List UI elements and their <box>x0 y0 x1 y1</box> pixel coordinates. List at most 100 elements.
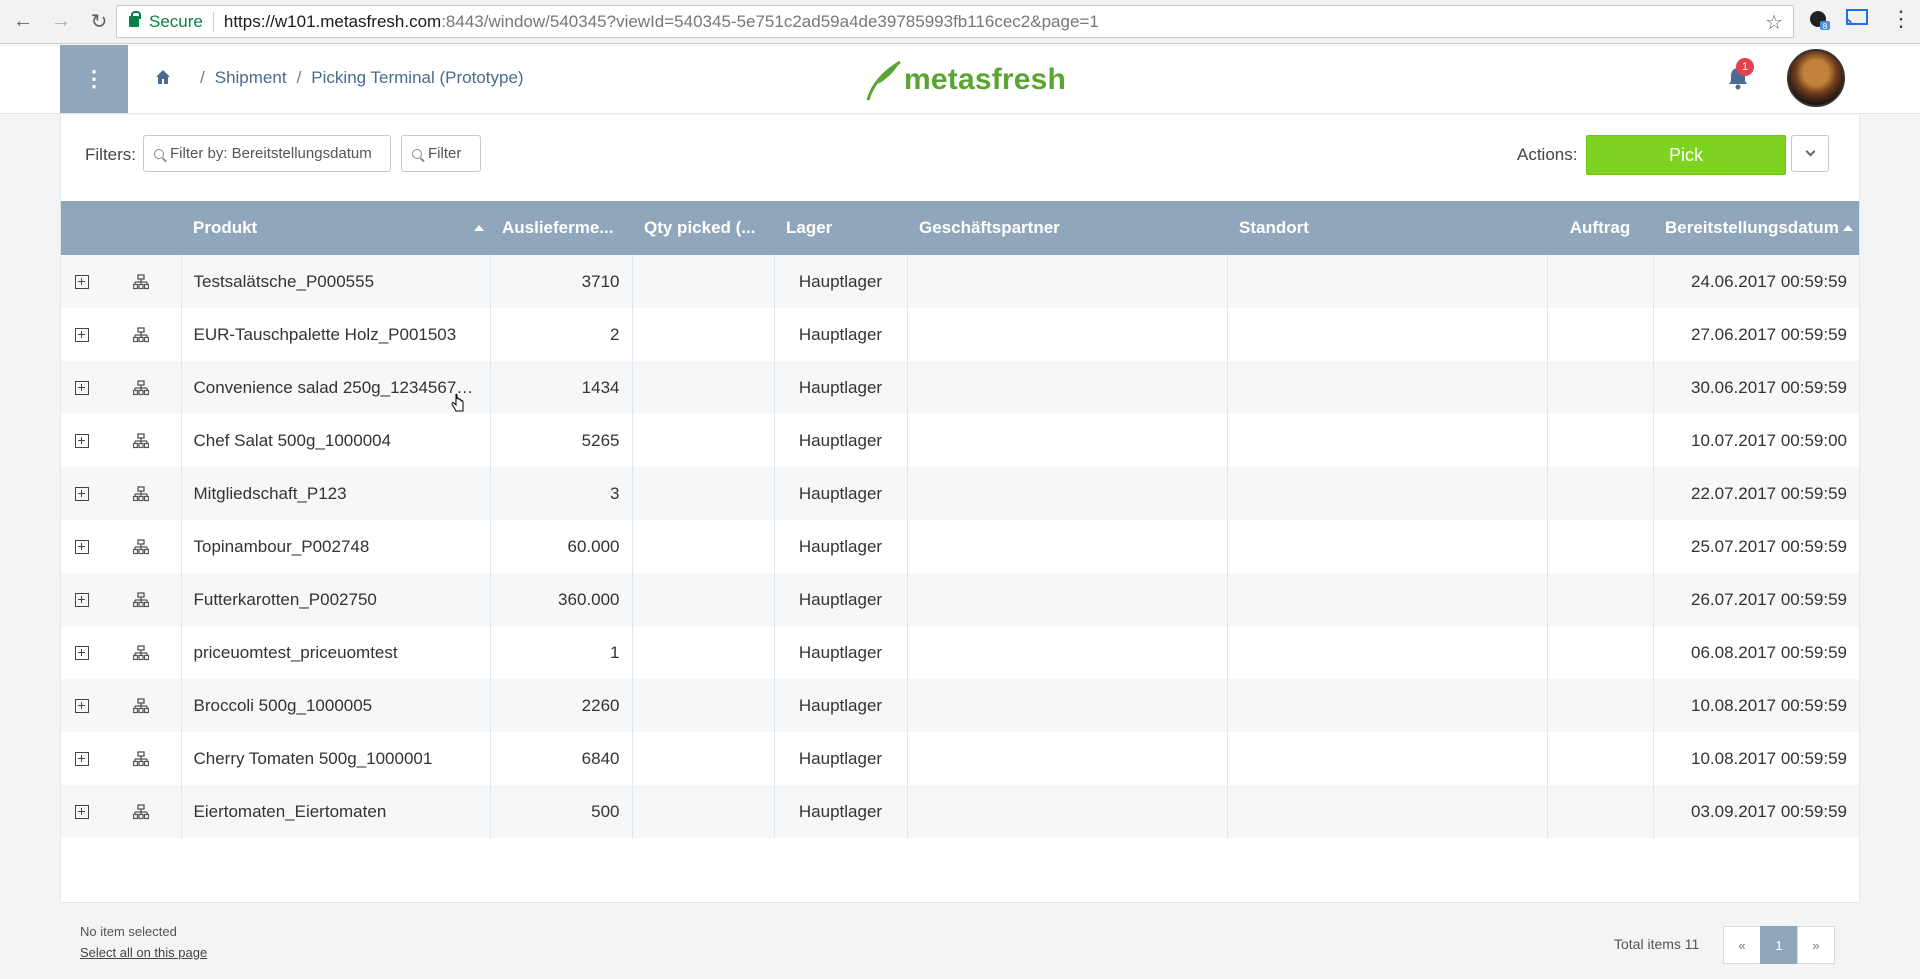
cell-bereitstellungsdatum[interactable]: 10.07.2017 00:59:00 <box>1652 414 1859 467</box>
cell-bereitstellungsdatum[interactable]: 24.06.2017 00:59:59 <box>1652 255 1859 308</box>
hierarchy-icon[interactable] <box>133 592 149 608</box>
cell-lager[interactable]: Hauptlager <box>773 520 907 573</box>
cell-bereitstellungsdatum[interactable]: 25.07.2017 00:59:59 <box>1652 520 1859 573</box>
col-produkt[interactable]: Produkt <box>181 201 490 255</box>
cell-geschaeftspartner[interactable] <box>906 679 1227 732</box>
pager-next[interactable]: » <box>1797 926 1835 964</box>
cell-geschaeftspartner[interactable] <box>906 732 1227 785</box>
address-bar[interactable]: Secure https://w101.metasfresh.com:8443/… <box>116 5 1794 38</box>
cell-qty-picked[interactable] <box>631 679 774 732</box>
cell-qty-picked[interactable] <box>631 732 774 785</box>
cell-produkt[interactable]: Futterkarotten_P002750 <box>180 573 490 626</box>
hierarchy-icon[interactable] <box>133 804 149 820</box>
cell-bereitstellungsdatum[interactable]: 10.08.2017 00:59:59 <box>1652 732 1859 785</box>
cell-standort[interactable] <box>1226 679 1547 732</box>
actions-dropdown-button[interactable] <box>1791 135 1829 172</box>
cell-geschaeftspartner[interactable] <box>906 361 1227 414</box>
cell-auftrag[interactable] <box>1546 785 1653 838</box>
forward-icon[interactable]: → <box>46 7 76 37</box>
cell-qty-picked[interactable] <box>631 573 774 626</box>
hierarchy-icon[interactable] <box>133 486 149 502</box>
cell-bereitstellungsdatum[interactable]: 03.09.2017 00:59:59 <box>1652 785 1859 838</box>
cell-auftrag[interactable] <box>1546 520 1653 573</box>
cell-geschaeftspartner[interactable] <box>906 785 1227 838</box>
cell-qty-picked[interactable] <box>631 255 774 308</box>
cell-bereitstellungsdatum[interactable]: 30.06.2017 00:59:59 <box>1652 361 1859 414</box>
cell-lager[interactable]: Hauptlager <box>773 573 907 626</box>
cell-lager[interactable]: Hauptlager <box>773 414 907 467</box>
cell-auftrag[interactable] <box>1546 255 1653 308</box>
expand-icon[interactable] <box>75 328 89 343</box>
cell-produkt[interactable]: priceuomtest_priceuomtest <box>180 626 490 679</box>
cast-icon[interactable] <box>1846 9 1868 32</box>
cell-qty-picked[interactable] <box>631 785 774 838</box>
col-geschaeftspartner[interactable]: Geschäftspartner <box>907 201 1227 255</box>
expand-icon[interactable] <box>75 487 89 502</box>
pick-button[interactable]: Pick <box>1586 135 1786 175</box>
cell-standort[interactable] <box>1226 785 1547 838</box>
cell-auslieferme[interactable]: 6840 <box>489 732 632 785</box>
chrome-menu-icon[interactable]: ⋮ <box>1890 6 1912 32</box>
cell-bereitstellungsdatum[interactable]: 26.07.2017 00:59:59 <box>1652 573 1859 626</box>
cell-produkt[interactable]: Cherry Tomaten 500g_1000001 <box>180 732 490 785</box>
hierarchy-icon[interactable] <box>133 380 149 396</box>
cell-standort[interactable] <box>1226 414 1547 467</box>
select-all-link[interactable]: Select all on this page <box>80 945 207 960</box>
cell-qty-picked[interactable] <box>631 308 774 361</box>
table-row[interactable]: Convenience salad 250g_12345678... 1434 Ha… <box>61 361 1859 414</box>
cell-standort[interactable] <box>1226 520 1547 573</box>
cell-produkt[interactable]: Chef Salat 500g_1000004 <box>180 414 490 467</box>
table-row[interactable]: Mitgliedschaft_P123 3 Hauptlager 22.07.2017… <box>61 467 1859 520</box>
col-auslieferme[interactable]: Auslieferme... <box>490 201 632 255</box>
date-filter-button[interactable]: Filter by: Bereitstellungsdatum <box>143 135 391 172</box>
cell-geschaeftspartner[interactable] <box>906 308 1227 361</box>
table-row[interactable]: Broccoli 500g_1000005 2260 Hauptlager 10.08… <box>61 679 1859 732</box>
cell-auftrag[interactable] <box>1546 626 1653 679</box>
cell-geschaeftspartner[interactable] <box>906 255 1227 308</box>
table-row[interactable]: Topinambour_P002748 60.000 Hauptlager 25.07… <box>61 520 1859 573</box>
cell-auslieferme[interactable]: 500 <box>489 785 632 838</box>
hierarchy-icon[interactable] <box>133 327 149 343</box>
side-menu-button[interactable]: ⋮ <box>60 45 128 113</box>
cell-auftrag[interactable] <box>1546 679 1653 732</box>
cell-auslieferme[interactable]: 5265 <box>489 414 632 467</box>
cell-lager[interactable]: Hauptlager <box>773 626 907 679</box>
hierarchy-icon[interactable] <box>133 274 149 290</box>
hierarchy-icon[interactable] <box>133 698 149 714</box>
cell-auftrag[interactable] <box>1546 732 1653 785</box>
pager-page-1[interactable]: 1 <box>1760 926 1798 964</box>
cell-lager[interactable]: Hauptlager <box>773 467 907 520</box>
expand-icon[interactable] <box>75 540 89 555</box>
expand-icon[interactable] <box>75 275 89 290</box>
table-row[interactable]: Cherry Tomaten 500g_1000001 6840 Hauptlage… <box>61 732 1859 785</box>
cell-lager[interactable]: Hauptlager <box>773 255 907 308</box>
cell-bereitstellungsdatum[interactable]: 06.08.2017 00:59:59 <box>1652 626 1859 679</box>
cell-geschaeftspartner[interactable] <box>906 467 1227 520</box>
bookmark-star-icon[interactable]: ☆ <box>1765 10 1783 35</box>
table-row[interactable]: EUR-Tauschpalette Holz_P001503 2 Hauptlage… <box>61 308 1859 361</box>
cell-auslieferme[interactable]: 2 <box>489 308 632 361</box>
extension-icon[interactable]: 8 <box>1808 9 1830 36</box>
cell-auslieferme[interactable]: 2260 <box>489 679 632 732</box>
cell-produkt[interactable]: Topinambour_P002748 <box>180 520 490 573</box>
cell-lager[interactable]: Hauptlager <box>773 308 907 361</box>
cell-auftrag[interactable] <box>1546 467 1653 520</box>
cell-standort[interactable] <box>1226 467 1547 520</box>
hierarchy-icon[interactable] <box>133 751 149 767</box>
cell-lager[interactable]: Hauptlager <box>773 785 907 838</box>
expand-icon[interactable] <box>75 381 89 396</box>
breadcrumb-shipment[interactable]: Shipment <box>215 68 287 88</box>
expand-icon[interactable] <box>75 805 89 820</box>
cell-geschaeftspartner[interactable] <box>906 573 1227 626</box>
cell-auslieferme[interactable]: 1434 <box>489 361 632 414</box>
col-lager[interactable]: Lager <box>774 201 907 255</box>
cell-auslieferme[interactable]: 3 <box>489 467 632 520</box>
breadcrumb-picking-terminal[interactable]: Picking Terminal (Prototype) <box>311 68 523 88</box>
cell-qty-picked[interactable] <box>631 520 774 573</box>
cell-qty-picked[interactable] <box>631 414 774 467</box>
cell-standort[interactable] <box>1226 626 1547 679</box>
col-bereitstellungsdatum[interactable]: Bereitstellungsdatum <box>1653 201 1859 255</box>
filter-button[interactable]: Filter <box>401 135 481 172</box>
cell-geschaeftspartner[interactable] <box>906 520 1227 573</box>
table-row[interactable]: Eiertomaten_Eiertomaten 500 Hauptlager 03.0… <box>61 785 1859 838</box>
